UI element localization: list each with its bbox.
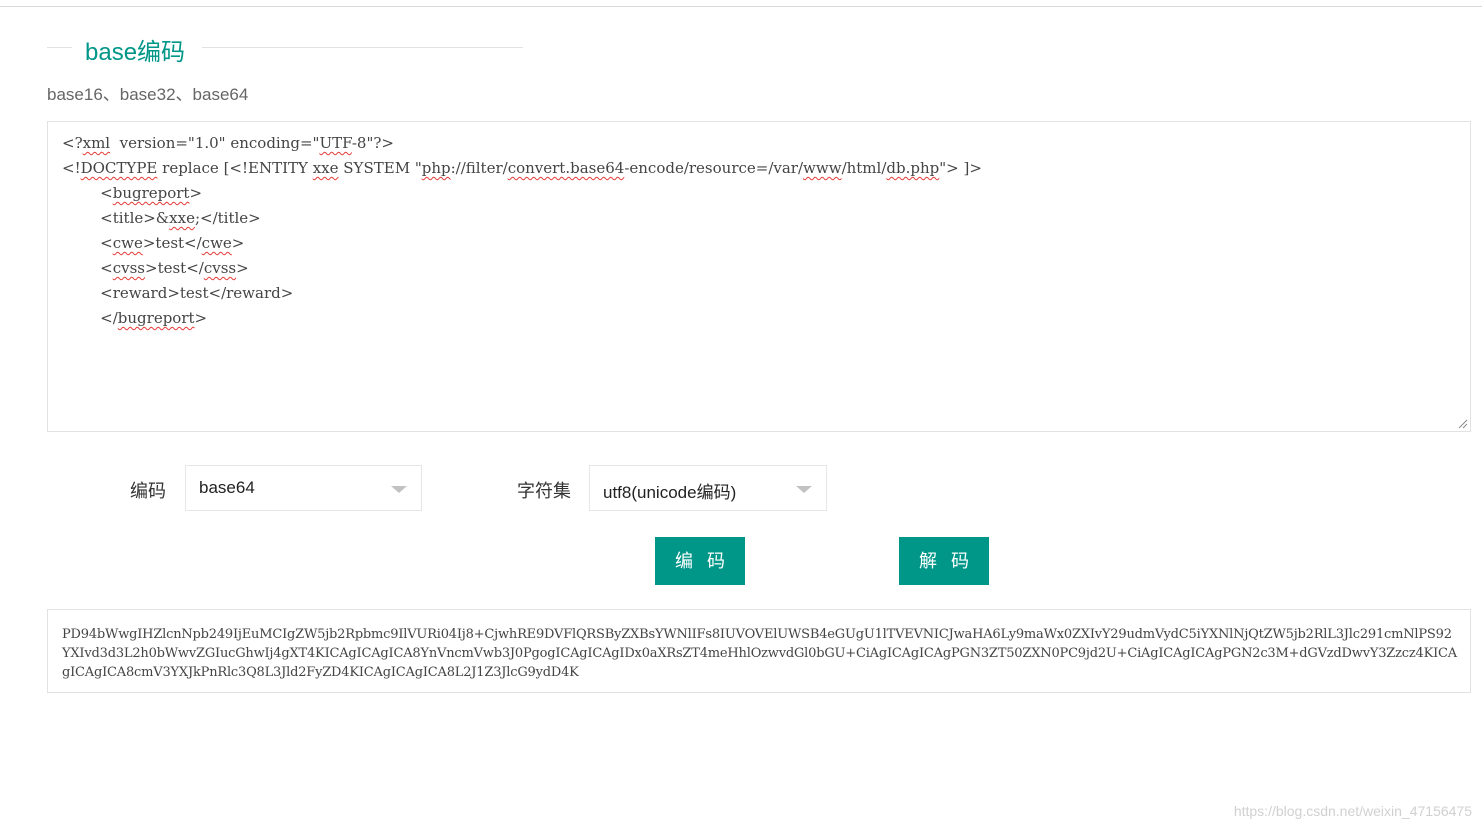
code-line: <title>&xxe;</title>: [62, 209, 261, 227]
output-text[interactable]: PD94bWwgIHZlcnNpb249IjEuMCIgZW5jb2Rpbmc9…: [62, 625, 1458, 682]
code-line: <bugreport>: [62, 184, 203, 202]
charset-label: 字符集: [517, 481, 571, 501]
code-line: <cwe>test</cwe>: [62, 234, 245, 252]
encode-label: 编码: [130, 481, 166, 501]
encode-select[interactable]: base64: [185, 465, 422, 511]
section-subtitle: base16、base32、base64: [47, 85, 249, 104]
input-textarea[interactable]: <?xml version="1.0" encoding="UTF-8"?> <…: [47, 121, 1471, 432]
chevron-down-icon: [391, 486, 407, 493]
spellcheck-word: xml: [82, 134, 111, 152]
code-line: <?xml version="1.0" encoding="UTF-8"?>: [62, 134, 394, 152]
spellcheck-word: xxe: [169, 209, 195, 227]
decode-button[interactable]: 解码: [899, 537, 989, 585]
spellcheck-word: php: [421, 159, 451, 177]
chevron-down-icon: [796, 486, 812, 493]
spellcheck-word: cwe: [201, 234, 232, 252]
input-text[interactable]: <?xml version="1.0" encoding="UTF-8"?> <…: [62, 131, 982, 331]
code-line: <cvss>test</cvss>: [62, 259, 249, 277]
spellcheck-word: cvss: [203, 259, 237, 277]
resize-handle-icon[interactable]: [1458, 419, 1468, 429]
spellcheck-word: UTF: [319, 134, 352, 152]
charset-select[interactable]: utf8(unicode编码): [589, 465, 827, 511]
header-rule-right: [202, 47, 523, 48]
spellcheck-word: bugreport: [112, 184, 190, 202]
code-line: </bugreport>: [62, 309, 208, 327]
header-rule-left: [47, 47, 72, 48]
spellcheck-word: cvss: [112, 259, 145, 277]
encode-select-value: base64: [199, 478, 255, 497]
watermark: https://blog.csdn.net/weixin_47156475: [1233, 803, 1472, 819]
code-line: <reward>test</reward>: [62, 284, 294, 302]
spellcheck-word: convert.base64: [507, 159, 625, 177]
spellcheck-word: www: [803, 159, 842, 177]
spellcheck-word: xxe: [312, 159, 339, 177]
spellcheck-word: cwe: [112, 234, 143, 252]
spellcheck-word: db.php: [886, 159, 940, 177]
top-divider: [0, 6, 1482, 7]
section-title: base编码: [85, 39, 186, 66]
output-textarea[interactable]: PD94bWwgIHZlcnNpb249IjEuMCIgZW5jb2Rpbmc9…: [47, 609, 1471, 693]
spellcheck-word: DOCTYPE: [80, 159, 158, 177]
code-line: <!DOCTYPE replace [<!ENTITY xxe SYSTEM "…: [62, 159, 982, 177]
encode-button[interactable]: 编码: [655, 537, 745, 585]
spellcheck-word: bugreport: [117, 309, 195, 327]
section-header: base编码: [47, 30, 523, 66]
charset-select-value: utf8(unicode编码): [603, 483, 737, 502]
